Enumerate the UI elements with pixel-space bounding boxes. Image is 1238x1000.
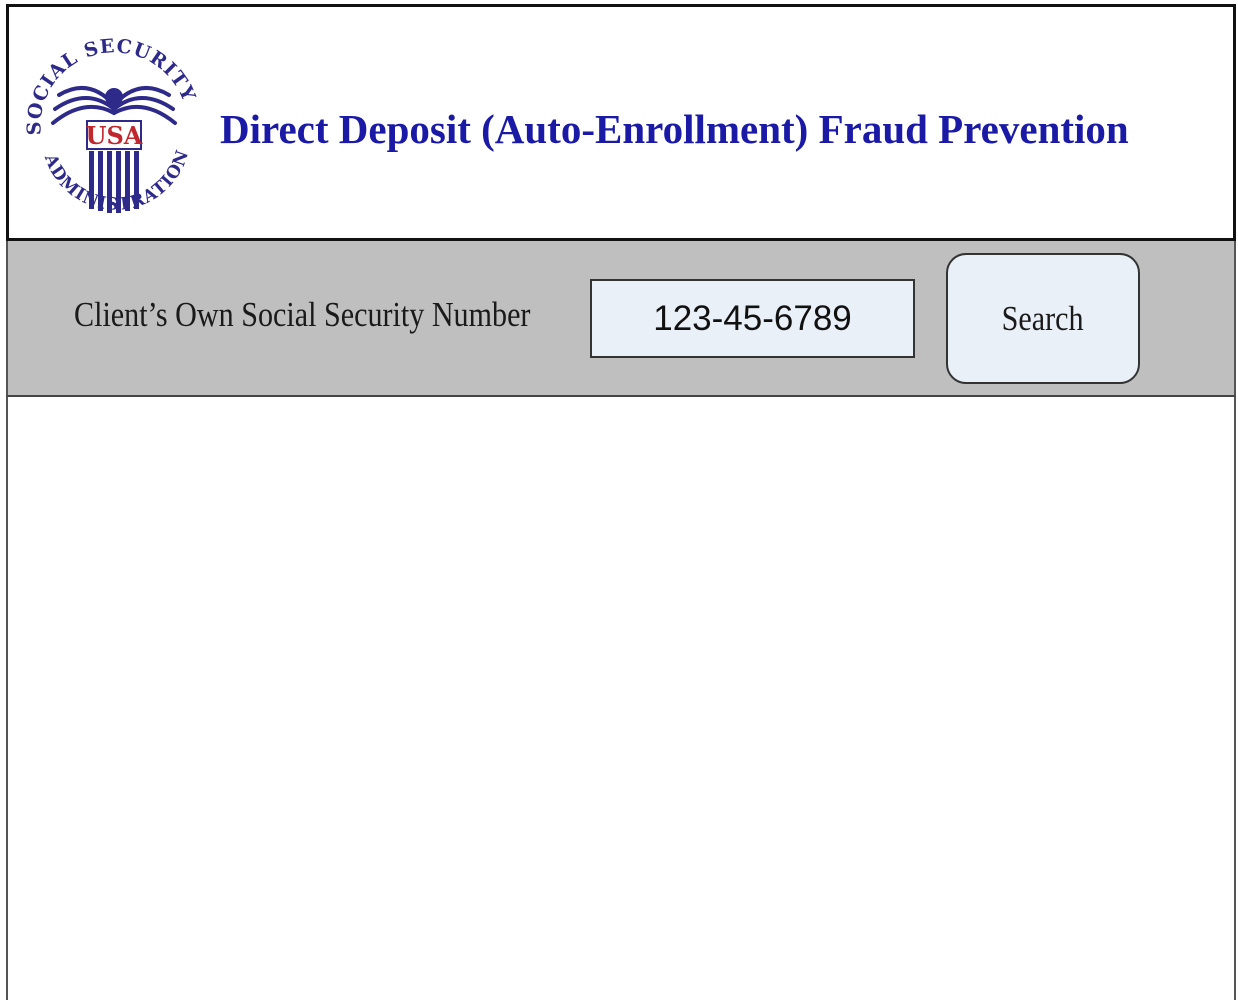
ssa-seal-icon: SOCIAL SECURITY ADMINISTRATION USA [22, 35, 203, 227]
results-area [6, 397, 1236, 1000]
ssn-search-bar: Client’s Own Social Security Number Sear… [6, 241, 1236, 397]
search-button-label: Search [1002, 298, 1084, 338]
ssn-input[interactable] [590, 279, 915, 358]
page-title: Direct Deposit (Auto-Enrollment) Fraud P… [220, 106, 1129, 152]
search-button[interactable]: Search [946, 253, 1140, 384]
ssn-field-label: Client’s Own Social Security Number [74, 295, 531, 334]
page-frame: SOCIAL SECURITY ADMINISTRATION USA [0, 0, 1238, 1000]
seal-center-text: USA [86, 121, 143, 150]
page-header: SOCIAL SECURITY ADMINISTRATION USA [6, 4, 1236, 241]
